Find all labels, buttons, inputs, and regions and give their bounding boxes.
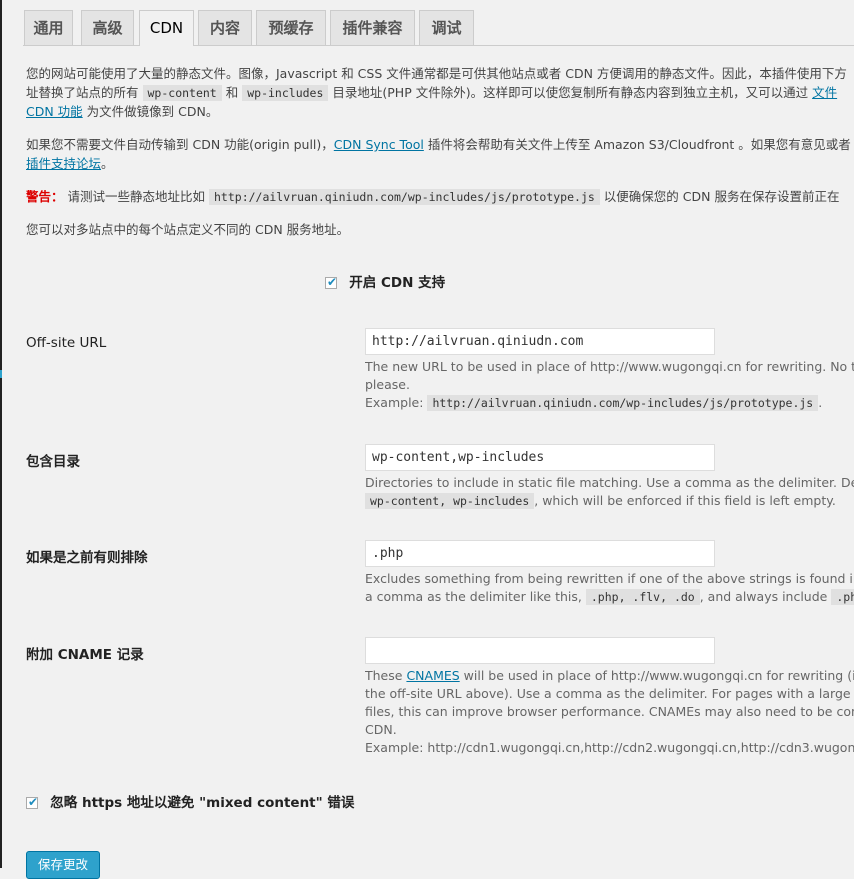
cname-label: 附加 CNAME 记录 [26,647,144,663]
exclude-input[interactable]: .php [365,540,715,567]
intro-text: 目录地址(PHP 文件除外)。这样即可以使您复制所有静态内容到独立主机，又可以通… [332,85,809,100]
cname-desc: These CNAMES will be used in place of ht… [365,667,854,757]
warning-text: 以便确保您的 CDN 服务在保存设置前正在 [603,189,840,204]
origin-text: 插件将会帮助有关文件上传至 Amazon S3/Cloudfront 。如果您有… [427,137,851,152]
origin-text: 如果您不需要文件自动传输到 CDN 功能(origin pull)， [26,137,334,152]
tab-cdn[interactable]: CDN [139,10,194,46]
desc-text: . [818,395,823,410]
multisite-note: 您可以对多站点中的每个站点定义不同的 CDN 服务地址。 [26,222,350,237]
desc-line: files, this can improve browser performa… [365,704,854,719]
ignore-https-checkbox[interactable]: ✔ [26,795,39,809]
origin-line-1: 如果您不需要文件自动传输到 CDN 功能(origin pull)，CDN Sy… [26,136,851,154]
cdn-feature-link[interactable]: CDN 功能 [26,104,83,119]
offsite-url-input[interactable]: http://ailvruan.qiniudn.com [365,328,715,355]
enable-cdn-label: 开启 CDN 支持 [349,275,446,291]
code-test-url: http://ailvruan.qiniudn.com/wp-includes/… [209,189,600,205]
intro-text: 和 [225,85,239,100]
warning-line: 警告： 请测试一些静态地址比如 http://ailvruan.qiniudn.… [26,188,839,206]
intro-text: 址替换了站点的所有 [26,85,139,100]
desc-text: will be used in place of http://www.wugo… [463,668,854,683]
desc-line: please. [365,377,410,392]
exclude-label: 如果是之前有则排除 [26,550,148,566]
cnames-link[interactable]: CNAMES [406,668,459,683]
intro-text: 为文件做镜像到 CDN。 [86,104,219,119]
intro-line-2: 址替换了站点的所有 wp-content 和 wp-includes 目录地址(… [26,84,837,102]
tab-general[interactable]: 通用 [24,10,73,45]
checkmark-icon: ✔ [327,275,338,289]
checkmark-icon: ✔ [28,795,39,809]
desc-line: Example: http://ailvruan.qiniudn.com/wp-… [365,394,854,412]
cname-input[interactable] [365,637,715,664]
exclude-desc: Excludes something from being rewritten … [365,570,854,606]
desc-text: Example: [365,395,424,410]
code-php: .php [831,589,854,605]
warning-label: 警告： [26,189,64,204]
ignore-https-row: ✔ 忽略 https 地址以避免 "mixed content" 错误 [26,794,354,812]
desc-line: Example: http://cdn1.wugongqi.cn,http://… [365,740,854,755]
file-link[interactable]: 文件 [812,85,837,100]
code-exclude-example: .php, .flv, .do [585,589,700,605]
desc-line: Directories to include in static file ma… [365,475,854,490]
intro-line-3: CDN 功能 为文件做镜像到 CDN。 [26,103,218,121]
window-edge [0,0,2,868]
include-dirs-label: 包含目录 [26,454,80,470]
offsite-url-label: Off-site URL [26,335,107,351]
desc-text: These [365,668,403,683]
support-forum-link[interactable]: 插件支持论坛 [26,156,101,171]
desc-text: a comma as the delimiter like this, [365,589,582,604]
code-wp-content: wp-content [142,85,222,101]
include-dirs-input[interactable]: wp-content,wp-includes [365,444,715,471]
tab-advanced[interactable]: 高级 [81,10,134,45]
desc-line: a comma as the delimiter like this, .php… [365,588,854,606]
code-default-dirs: wp-content, wp-includes [365,493,535,509]
desc-line: Excludes something from being rewritten … [365,571,854,586]
tab-content[interactable]: 内容 [198,10,252,45]
offsite-url-desc: The new URL to be used in place of http:… [365,358,854,412]
desc-line: CDN. [365,722,397,737]
desc-line: The new URL to be used in place of http:… [365,359,854,374]
warning-text: 请测试一些静态地址比如 [67,189,206,204]
code-example-url: http://ailvruan.qiniudn.com/wp-includes/… [427,395,819,411]
code-wp-includes: wp-includes [242,85,329,101]
tab-preload[interactable]: 预缓存 [256,10,326,45]
origin-text: 。 [101,156,114,171]
intro-line-1: 您的网站可能使用了大量的静态文件。图像，Javascript 和 CSS 文件通… [26,66,847,81]
enable-cdn-checkbox[interactable]: ✔ [325,275,338,289]
tab-plugins[interactable]: 插件兼容 [330,10,415,45]
desc-line: These CNAMES will be used in place of ht… [365,667,854,685]
desc-text: , which will be enforced if this field i… [534,493,836,508]
desc-line: the off-site URL above). Use a comma as … [365,686,854,701]
edge-marker [0,370,2,378]
tab-debug[interactable]: 调试 [419,10,474,45]
desc-text: , and always include [699,589,828,604]
cdn-sync-tool-link[interactable]: CDN Sync Tool [334,137,424,152]
ignore-https-label: 忽略 https 地址以避免 "mixed content" 错误 [50,795,355,811]
save-button[interactable]: 保存更改 [26,851,100,879]
origin-line-2: 插件支持论坛。 [26,155,114,173]
include-dirs-desc: Directories to include in static file ma… [365,474,854,510]
desc-line: wp-content, wp-includes, which will be e… [365,492,854,510]
enable-cdn-row: ✔ 开启 CDN 支持 [325,274,445,292]
